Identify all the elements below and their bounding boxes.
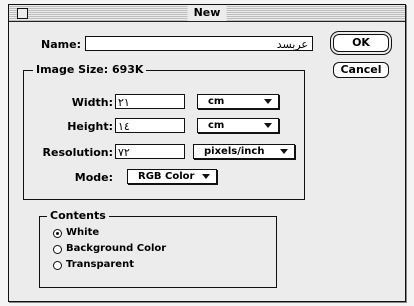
name-field[interactable]: عربسد — [85, 36, 313, 51]
height-label: Height: — [67, 120, 113, 133]
resolution-unit: pixels/inch — [204, 146, 265, 157]
resolution-field[interactable]: ٧٢ — [115, 144, 185, 159]
radio-background-color-label: Background Color — [66, 243, 167, 254]
radio-transparent-label: Transparent — [66, 259, 134, 270]
chevron-down-icon — [264, 123, 272, 128]
width-label: Width: — [71, 96, 113, 109]
radio-background-color[interactable] — [53, 245, 62, 254]
image-size-value: 693K — [111, 63, 144, 76]
resolution-label: Resolution: — [42, 146, 113, 159]
name-label: Name: — [41, 38, 81, 51]
height-unit-popup[interactable]: cm — [197, 118, 279, 133]
mode-popup[interactable]: RGB Color — [127, 169, 217, 184]
height-unit: cm — [208, 120, 225, 131]
radio-white[interactable] — [53, 229, 62, 238]
contents-title: Contents — [47, 209, 109, 222]
cancel-button[interactable]: Cancel — [333, 62, 389, 78]
width-unit: cm — [208, 96, 225, 107]
resolution-unit-popup[interactable]: pixels/inch — [193, 144, 295, 159]
image-size-title: Image Size: 693K — [33, 63, 147, 76]
image-size-label: Image Size: — [36, 63, 109, 76]
window-title: New — [187, 5, 227, 21]
width-field[interactable]: ٢١ — [115, 94, 185, 109]
radio-white-label: White — [66, 227, 100, 238]
radio-transparent[interactable] — [53, 261, 62, 270]
width-unit-popup[interactable]: cm — [197, 94, 279, 109]
new-dialog: New Name: عربسد Image Size: 693K Width: … — [8, 4, 406, 302]
height-field[interactable]: ١٤ — [115, 118, 185, 133]
chevron-down-icon — [264, 99, 272, 104]
mode-label: Mode: — [74, 171, 113, 184]
chevron-down-icon — [202, 174, 210, 179]
title-bar[interactable]: New — [9, 5, 405, 22]
mode-value: RGB Color — [138, 171, 195, 182]
chevron-down-icon — [280, 149, 288, 154]
close-box[interactable] — [17, 8, 28, 19]
ok-button[interactable]: OK — [333, 34, 389, 52]
